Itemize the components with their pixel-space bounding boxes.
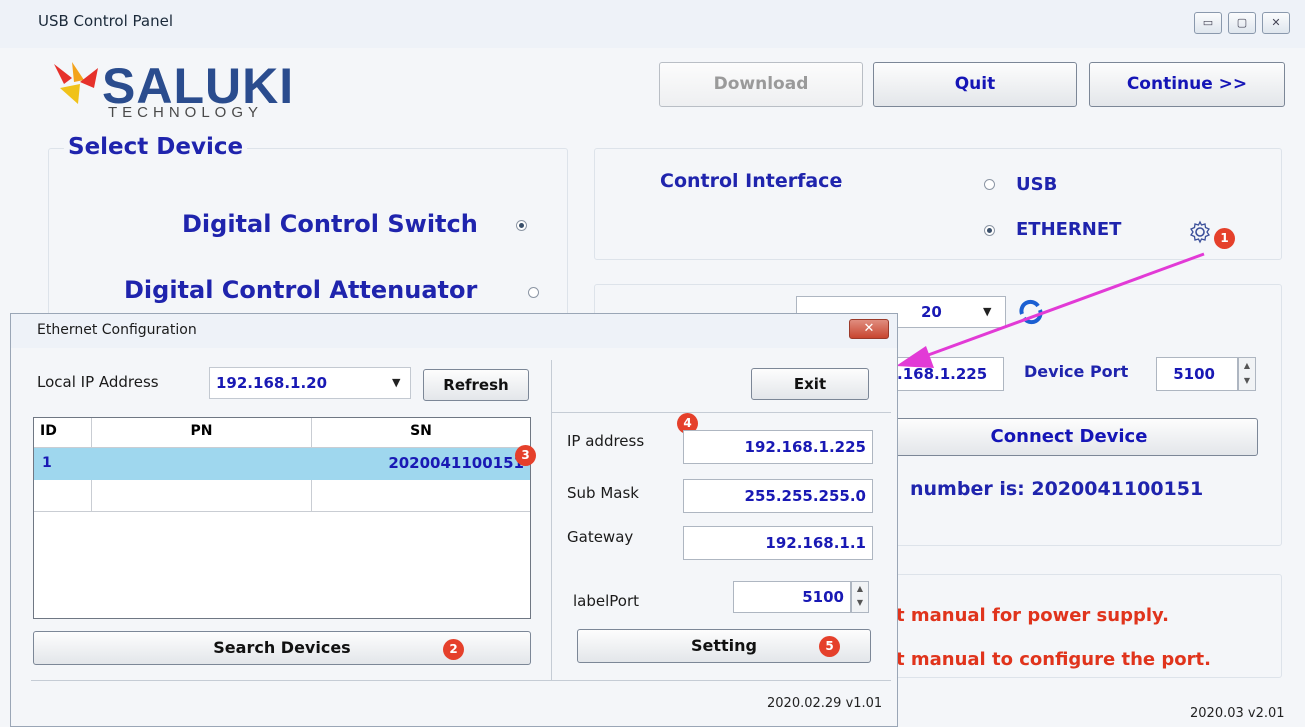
- table-row[interactable]: 1 2020041100151: [34, 448, 530, 480]
- sub-mask-label: Sub Mask: [567, 484, 639, 502]
- refresh-button[interactable]: Refresh: [423, 369, 529, 401]
- local-ip-dropdown[interactable]: 192.168.1.20 ▼: [209, 367, 411, 399]
- exit-button[interactable]: Exit: [751, 368, 869, 400]
- gateway-label: Gateway: [567, 528, 634, 546]
- step-badge-3: 3: [515, 445, 536, 466]
- column-header-pn: PN: [92, 418, 312, 447]
- step-badge-2: 2: [443, 639, 464, 660]
- column-header-id: ID: [34, 418, 92, 447]
- pane-divider: [551, 360, 552, 680]
- row-id: 1: [42, 455, 52, 471]
- step-badge-5: 5: [819, 636, 840, 657]
- ethernet-configuration-dialog: Ethernet Configuration ✕ Local IP Addres…: [10, 313, 898, 727]
- footer-divider: [31, 680, 891, 681]
- local-ip-label: Local IP Address: [37, 373, 159, 391]
- port-stepper[interactable]: ▲ ▼: [851, 581, 869, 613]
- row-sn: 2020041100151: [388, 454, 524, 472]
- port-label: labelPort: [573, 592, 640, 610]
- table-header: ID PN SN: [34, 418, 530, 448]
- right-pane-divider: [551, 412, 891, 413]
- table-row-empty[interactable]: [34, 480, 530, 512]
- sub-mask-field[interactable]: 255.255.255.0: [683, 479, 873, 513]
- ip-address-field[interactable]: 192.168.1.225: [683, 430, 873, 464]
- chevron-down-icon: ▼: [392, 376, 401, 389]
- column-header-sn: SN: [410, 423, 432, 439]
- dialog-close-button[interactable]: ✕: [849, 319, 889, 339]
- device-table: ID PN SN 1 2020041100151: [33, 417, 531, 619]
- empty-cell: [34, 480, 92, 511]
- dialog-title: Ethernet Configuration: [37, 322, 197, 338]
- local-ip-dropdown-value: 192.168.1.20: [216, 374, 328, 392]
- ip-address-label: IP address: [567, 432, 645, 450]
- empty-cell: [92, 480, 312, 511]
- dialog-version: 2020.02.29 v1.01: [767, 696, 883, 711]
- port-field[interactable]: 5100: [733, 581, 851, 613]
- gateway-field[interactable]: 192.168.1.1: [683, 526, 873, 560]
